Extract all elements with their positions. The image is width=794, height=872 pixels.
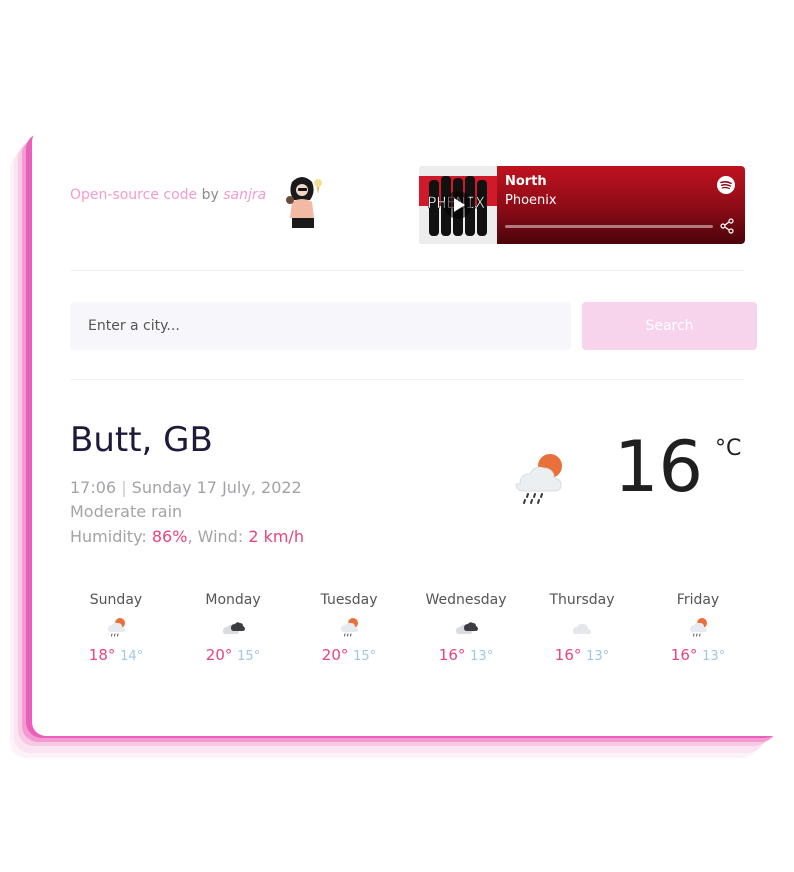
progress-bar[interactable] (505, 225, 713, 228)
avatar-illustration (286, 177, 322, 228)
track-title[interactable]: North (505, 174, 547, 189)
cloud-sun-rain-icon (515, 454, 562, 504)
forecast-day: Thursday 16° 13° (524, 592, 640, 664)
search-button[interactable]: Search (582, 302, 757, 350)
divider-top (70, 270, 745, 271)
forecast-day: Tuesday 20° 15° (291, 592, 407, 664)
current-time: 17:06 (70, 478, 117, 497)
forecast-min: 15° (237, 649, 261, 664)
datetime: 17:06 | Sunday 17 July, 2022 (70, 478, 302, 497)
forecast-day-name: Tuesday (320, 592, 378, 608)
weather-card: Open-source code by sanjra North Phoenix… (32, 128, 794, 736)
forecast-max: 16° (554, 646, 582, 664)
spotify-icon[interactable] (717, 176, 735, 194)
forecast-day: Friday 16° 13° (640, 592, 756, 664)
spotify-embed[interactable]: PHENIX North Phoenix (419, 166, 745, 244)
forecast-day: Monday 20° 15° (175, 592, 291, 664)
city-name: Butt, GB (70, 420, 213, 460)
forecast-min: 15° (353, 649, 377, 664)
humidity-label: Humidity: (70, 527, 147, 546)
dark-clouds-icon (456, 622, 478, 634)
forecast-min: 13° (470, 649, 494, 664)
dark-clouds-icon (223, 622, 245, 634)
humidity-value: 86% (151, 527, 188, 546)
cloud-icon (573, 623, 591, 634)
cloud-sun-rain-icon (108, 618, 125, 637)
credit-by: by (201, 187, 219, 203)
forecast-day-name: Friday (676, 592, 720, 608)
forecast-day: Sunday 18° 14° (58, 592, 174, 664)
forecast-max: 18° (88, 646, 116, 664)
cloud-sun-rain-icon (341, 618, 358, 637)
track-artist[interactable]: Phoenix (505, 193, 557, 208)
forecast: Sunday 18° 14° Monday 20° 15° Tuesday 20… (70, 592, 760, 682)
forecast-min: 14° (120, 649, 144, 664)
forecast-day-name: Thursday (549, 592, 615, 608)
weather-description: Moderate rain (70, 502, 183, 521)
forecast-min: 13° (586, 649, 610, 664)
open-source-link[interactable]: Open-source code (70, 187, 197, 203)
credit-line: Open-source code by sanjra (70, 187, 266, 203)
forecast-max: 20° (321, 646, 349, 664)
conditions: Humidity: 86%, Wind: 2 km/h (70, 527, 304, 546)
forecast-max: 16° (670, 646, 698, 664)
divider-bottom (70, 379, 745, 380)
forecast-day-name: Sunday (89, 592, 143, 608)
wind-value: 2 km/h (248, 527, 304, 546)
forecast-day-name: Monday (205, 592, 261, 608)
forecast-day: Wednesday 16° 13° (408, 592, 524, 664)
share-icon[interactable] (719, 218, 735, 234)
wind-label: Wind: (197, 527, 244, 546)
cloud-sun-rain-icon (690, 618, 707, 637)
forecast-min: 13° (702, 649, 726, 664)
temperature-unit: °C (715, 436, 742, 461)
forecast-max: 20° (205, 646, 233, 664)
city-search-input[interactable] (70, 302, 571, 350)
current-temperature: 16 (614, 426, 704, 508)
author-link[interactable]: sanjra (223, 187, 266, 203)
forecast-max: 16° (438, 646, 466, 664)
forecast-day-name: Wednesday (425, 592, 507, 608)
current-date: Sunday 17 July, 2022 (131, 478, 302, 497)
play-icon[interactable] (443, 190, 473, 220)
